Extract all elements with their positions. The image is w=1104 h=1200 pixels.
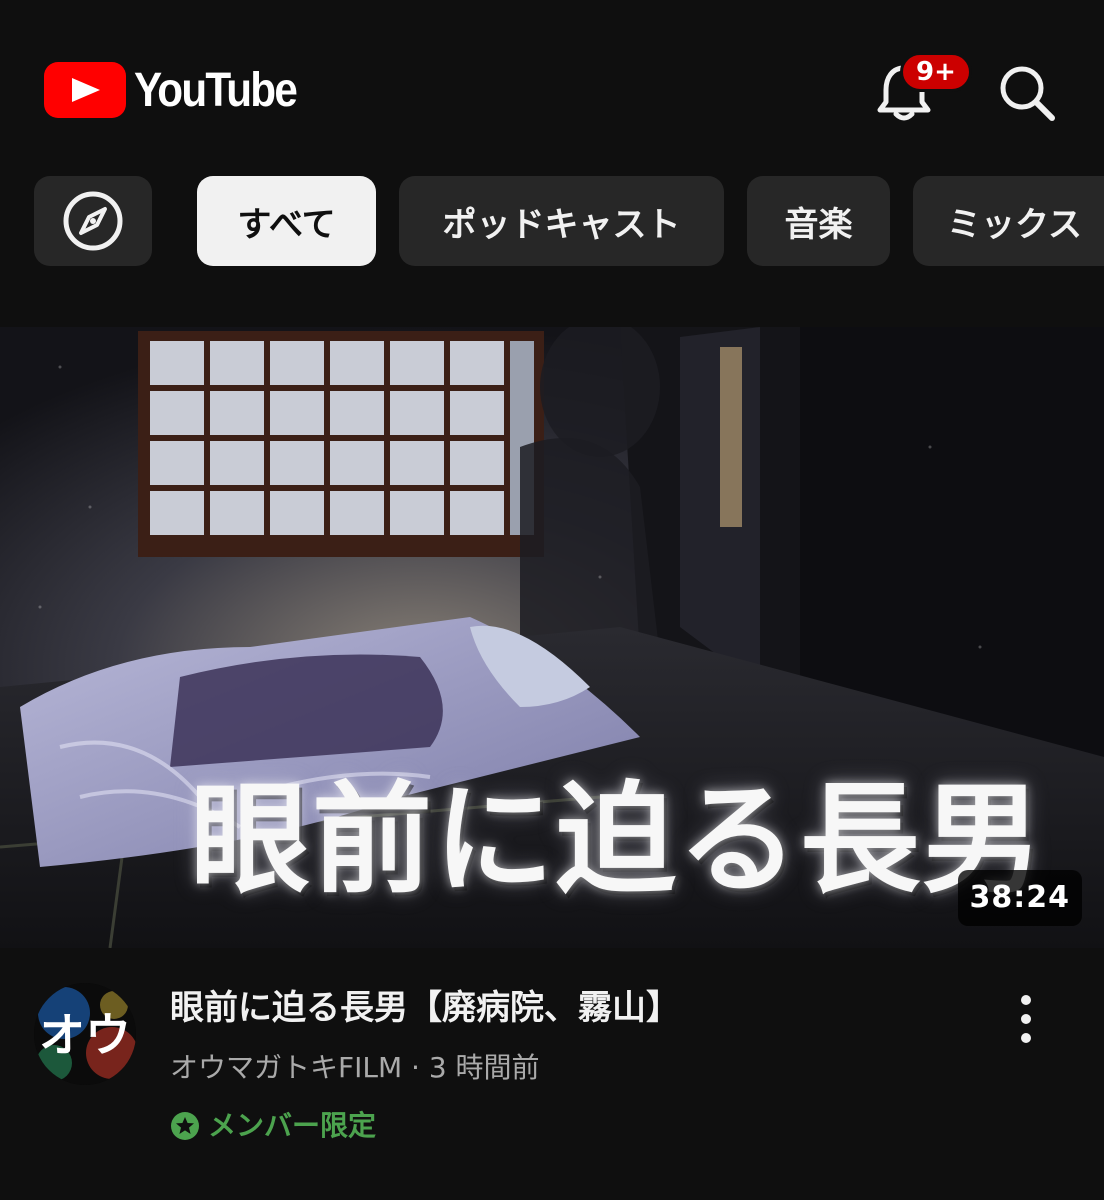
search-icon: [1000, 66, 1055, 121]
upload-age: 3 時間前: [428, 1051, 540, 1084]
top-app-bar: YouTube 9+: [0, 0, 1104, 170]
youtube-play-icon: [44, 62, 126, 118]
chip-mixes[interactable]: ミックス: [913, 176, 1104, 266]
category-chip-bar: すべて ポッドキャスト 音楽 ミックス: [0, 176, 1104, 266]
compass-icon: [63, 191, 123, 251]
video-action-menu-button[interactable]: [1004, 992, 1048, 1046]
star-badge-icon: [171, 1112, 199, 1140]
more-vert-icon: [1021, 995, 1031, 1043]
thumbnail-overlay-title: 眼前に迫る長男: [190, 769, 1044, 910]
youtube-logo[interactable]: YouTube: [44, 62, 318, 118]
metadata-separator: ·: [411, 1051, 420, 1084]
chip-all[interactable]: すべて: [197, 176, 376, 266]
notification-count-badge: 9+: [900, 52, 972, 92]
search-button[interactable]: [994, 60, 1058, 124]
video-duration-badge: 38:24: [957, 870, 1082, 926]
video-metadata: オウマガトキFILM · 3 時間前: [170, 1046, 540, 1090]
channel-avatar-image: オウ: [34, 983, 136, 1085]
members-only-badge: メンバー限定: [170, 1104, 376, 1148]
avatar-lettering: オウ: [39, 1008, 131, 1062]
chip-podcasts[interactable]: ポッドキャスト: [399, 176, 724, 266]
chip-music[interactable]: 音楽: [747, 176, 890, 266]
app-name: YouTube: [134, 63, 298, 117]
video-title[interactable]: 眼前に迫る長男【廃病院、霧山】: [170, 982, 680, 1034]
channel-name[interactable]: オウマガトキFILM: [170, 1051, 402, 1084]
members-only-label: メンバー限定: [208, 1109, 377, 1142]
channel-avatar[interactable]: オウ: [34, 983, 136, 1085]
explore-button[interactable]: [34, 176, 152, 266]
